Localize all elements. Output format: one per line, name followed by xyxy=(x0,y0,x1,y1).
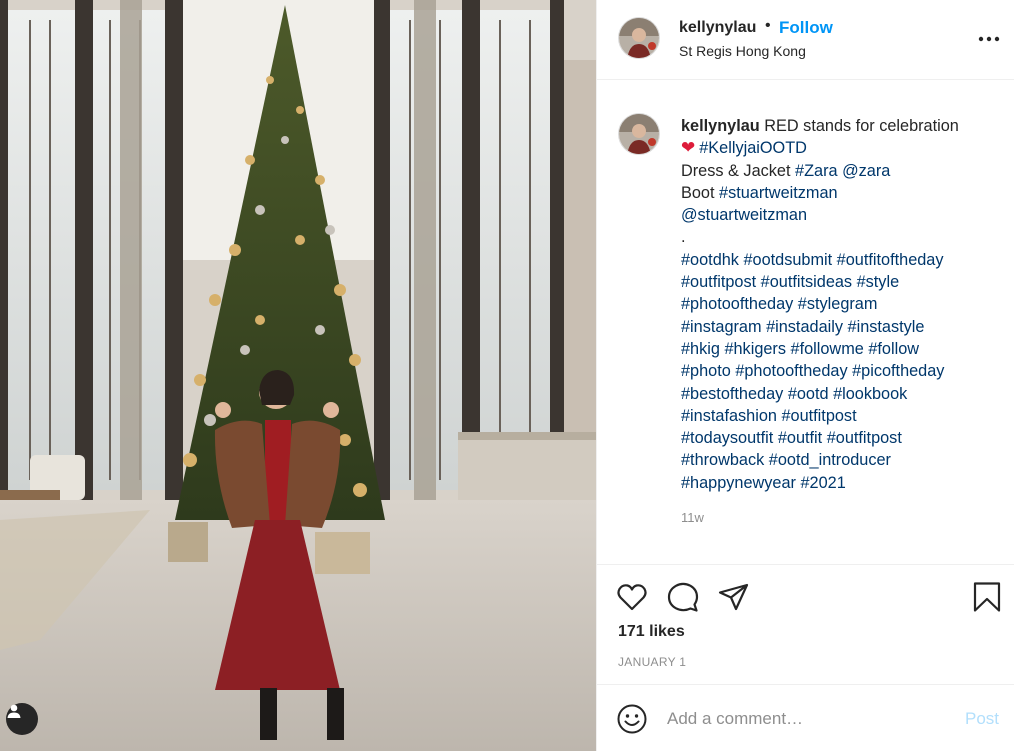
mention-link[interactable]: @stuartweitzman xyxy=(681,206,807,224)
follow-button[interactable]: Follow xyxy=(779,18,833,38)
avatar-image xyxy=(619,18,659,58)
hashtag-line[interactable]: #photooftheday #stylegram xyxy=(681,293,1006,315)
comment-button[interactable] xyxy=(666,580,700,614)
likes-count[interactable]: 171 likes xyxy=(618,623,685,641)
comment-bubble-icon xyxy=(667,582,699,612)
tagged-users-button[interactable] xyxy=(6,703,38,735)
post-photo[interactable] xyxy=(0,0,596,751)
hashtag-link[interactable]: #stuartweitzman xyxy=(719,184,838,202)
save-button[interactable] xyxy=(970,580,1004,614)
caption-username[interactable]: kellynylau xyxy=(681,117,760,135)
post-date[interactable]: JANUARY 1 xyxy=(618,655,686,669)
hashtag-line[interactable]: #outfitpost #outfitsideas #style xyxy=(681,271,1006,293)
caption-line: @stuartweitzman xyxy=(681,204,1006,226)
hashtag-link[interactable]: #Zara xyxy=(795,162,838,180)
hashtag-line[interactable]: #photo #photooftheday #picoftheday xyxy=(681,360,1006,382)
hashtag-line[interactable]: #happynewyear #2021 xyxy=(681,472,1006,494)
header-separator: • xyxy=(765,17,771,34)
paper-plane-icon xyxy=(718,583,749,611)
mention-link[interactable]: @zara xyxy=(842,162,890,180)
caption-line: ❤ #KellyjaiOOTD xyxy=(681,137,1006,159)
photo-scene xyxy=(0,0,596,751)
avatar-image xyxy=(619,114,659,154)
hashtag-link[interactable]: #KellyjaiOOTD xyxy=(699,139,807,157)
comment-bar: Post xyxy=(597,684,1014,751)
caption-text: Dress & Jacket xyxy=(681,161,791,180)
bookmark-icon xyxy=(973,582,1001,612)
share-button[interactable] xyxy=(717,580,751,614)
emoji-button[interactable] xyxy=(616,703,648,735)
heart-outline-icon xyxy=(617,584,647,611)
caption-line: . xyxy=(681,226,1006,248)
caption-line: kellynylau RED stands for celebration xyxy=(681,115,1006,137)
hashtag-line[interactable]: #todaysoutfit #outfit #outfitpost xyxy=(681,427,1006,449)
post-caption: kellynylau RED stands for celebration ❤ #… xyxy=(681,115,1006,494)
like-button[interactable] xyxy=(615,580,649,614)
hashtag-line[interactable]: #bestoftheday #ootd #lookbook xyxy=(681,383,1006,405)
hashtag-line[interactable]: #instafashion #outfitpost xyxy=(681,405,1006,427)
post-location[interactable]: St Regis Hong Kong xyxy=(679,43,806,59)
hashtag-line[interactable]: #instagram #instadaily #instastyle xyxy=(681,316,1006,338)
post-header: kellynylau • Follow St Regis Hong Kong xyxy=(597,0,1014,80)
caption-text: RED stands for celebration xyxy=(764,117,959,135)
caption-dot: . xyxy=(681,228,686,247)
post-comment-button[interactable]: Post xyxy=(965,709,999,729)
hashtag-line[interactable]: #ootdhk #ootdsubmit #outfitoftheday xyxy=(681,249,1006,271)
person-icon xyxy=(7,704,21,718)
smiley-icon xyxy=(617,704,647,734)
comment-input[interactable] xyxy=(667,703,937,735)
caption-text: Boot xyxy=(681,183,715,202)
post-age[interactable]: 11w xyxy=(681,510,704,525)
action-bar xyxy=(597,564,1014,624)
caption-line: Boot #stuartweitzman xyxy=(681,182,1006,204)
hashtag-line[interactable]: #hkig #hkigers #followme #follow xyxy=(681,338,1006,360)
more-horizontal-icon xyxy=(978,36,1000,42)
author-avatar[interactable] xyxy=(618,17,660,59)
post-details-panel: kellynylau • Follow St Regis Hong Kong k… xyxy=(596,0,1014,751)
red-heart-emoji: ❤ xyxy=(681,138,696,158)
more-options-button[interactable] xyxy=(977,29,1001,49)
hashtag-line[interactable]: #throwback #ootd_introducer xyxy=(681,449,1006,471)
caption-line: Dress & Jacket #Zara @zara xyxy=(681,160,1006,182)
author-username[interactable]: kellynylau xyxy=(679,19,756,37)
caption-avatar[interactable] xyxy=(618,113,660,155)
